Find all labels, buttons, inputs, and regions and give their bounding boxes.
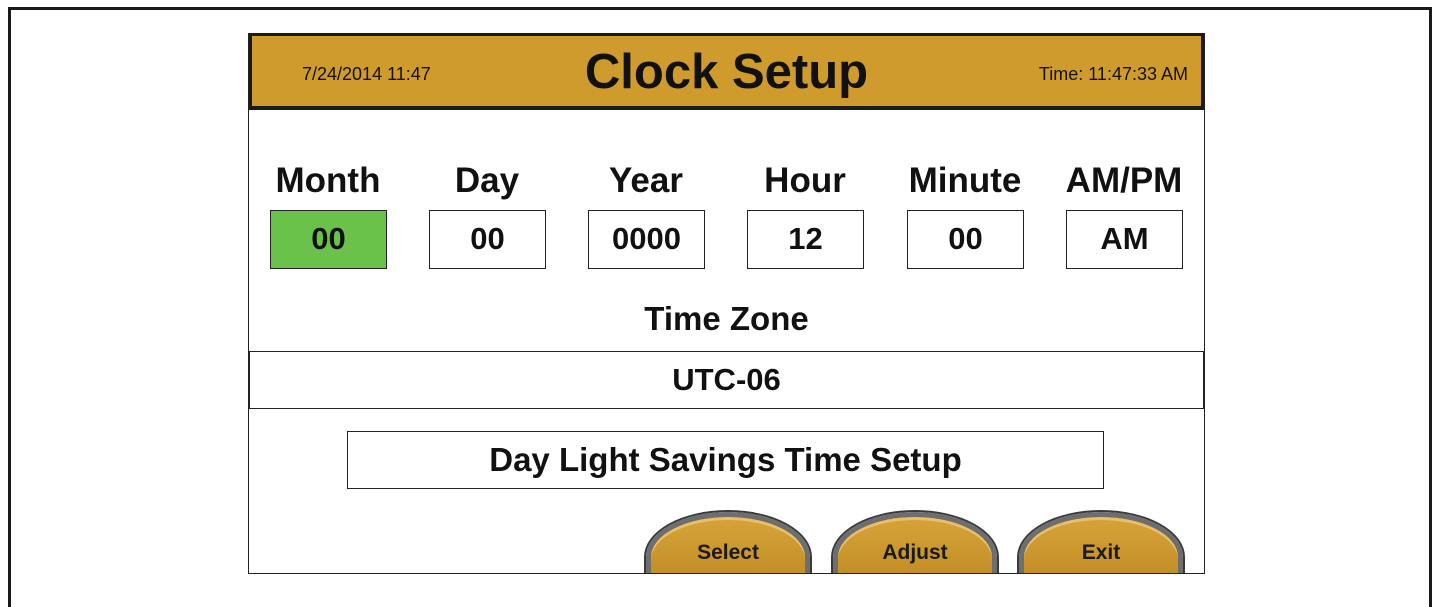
header-time: Time: 11:47:33 AM [1038, 64, 1188, 84]
select-button[interactable]: Select [646, 512, 810, 573]
year-label: Year [609, 161, 683, 200]
dst-setup-button[interactable]: Day Light Savings Time Setup [347, 431, 1104, 489]
timezone-field[interactable]: UTC-06 [249, 351, 1204, 409]
minute-field[interactable]: 00 [907, 210, 1024, 269]
month-label: Month [275, 161, 381, 200]
header-bar: 7/24/2014 11:47 Clock Setup Time: 11:47:… [249, 33, 1204, 110]
clock-setup-screen: 7/24/2014 11:47 Clock Setup Time: 11:47:… [248, 33, 1205, 574]
ampm-label: AM/PM [1065, 161, 1183, 200]
month-field[interactable]: 00 [270, 210, 387, 269]
minute-label: Minute [908, 161, 1022, 200]
ampm-field[interactable]: AM [1066, 210, 1183, 269]
day-field[interactable]: 00 [429, 210, 546, 269]
hour-field[interactable]: 12 [747, 210, 864, 269]
exit-button[interactable]: Exit [1019, 512, 1183, 573]
hour-label: Hour [764, 161, 846, 200]
day-label: Day [454, 161, 520, 200]
timezone-label: Time Zone [644, 300, 809, 337]
year-field[interactable]: 0000 [588, 210, 705, 269]
adjust-button[interactable]: Adjust [833, 512, 997, 573]
